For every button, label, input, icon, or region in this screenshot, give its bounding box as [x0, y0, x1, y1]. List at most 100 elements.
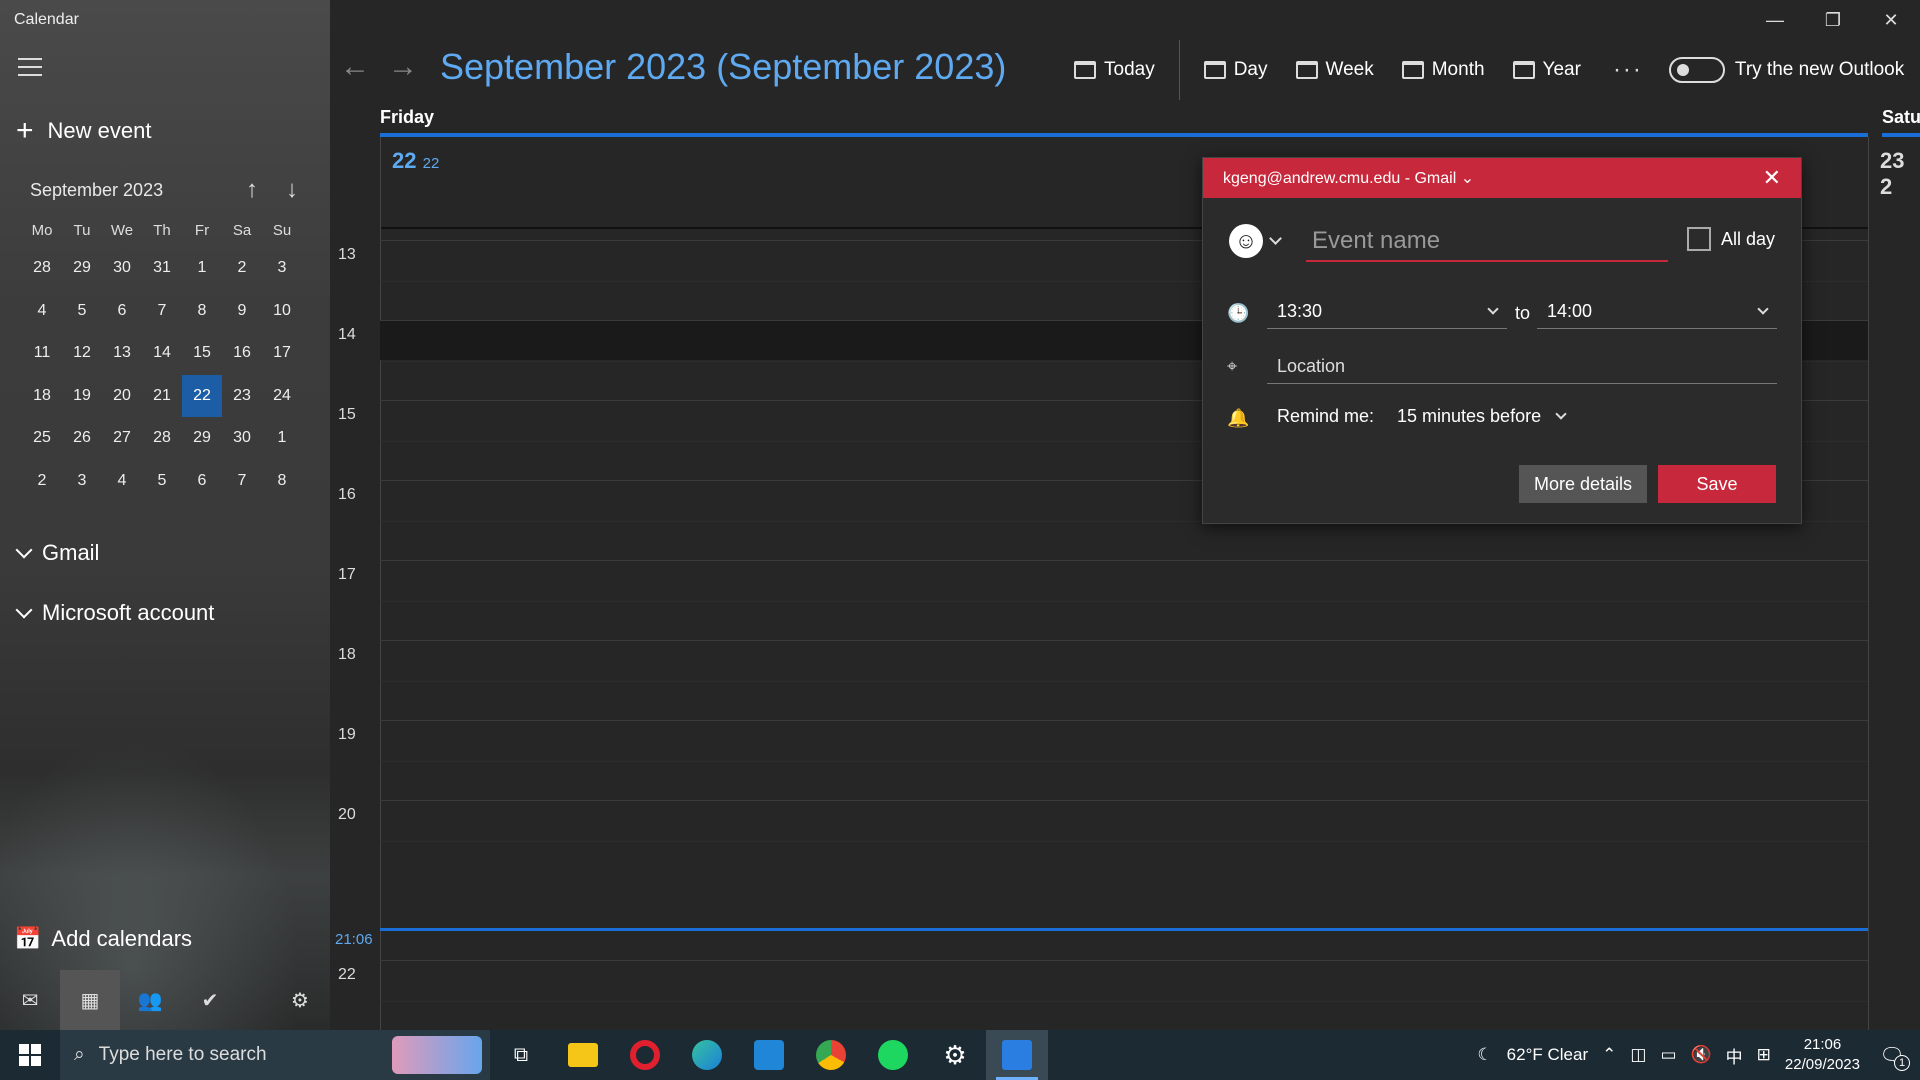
start-button[interactable] — [0, 1030, 60, 1080]
mini-calendar-day[interactable]: 5 — [142, 460, 182, 503]
day-view-button[interactable]: Day — [1190, 59, 1282, 81]
account-microsoft[interactable]: Microsoft account — [15, 600, 214, 626]
mini-calendar-day[interactable]: 25 — [22, 417, 62, 460]
previous-month-arrow-icon[interactable]: ↑ — [232, 176, 272, 204]
mini-calendar-day[interactable]: 10 — [262, 290, 302, 333]
edge-icon[interactable] — [676, 1030, 738, 1080]
mini-calendar-day[interactable]: 19 — [62, 375, 102, 418]
week-view-button[interactable]: Week — [1282, 59, 1388, 81]
mini-calendar-day[interactable]: 22 — [182, 374, 222, 417]
emoji-picker[interactable]: ☺ — [1229, 224, 1282, 258]
mini-calendar-day[interactable]: 18 — [22, 375, 62, 418]
mini-calendar-day[interactable]: 23 — [222, 375, 262, 418]
new-outlook-toggle[interactable] — [1668, 57, 1725, 83]
mini-calendar-day[interactable]: 27 — [102, 417, 142, 460]
account-selector[interactable]: kgeng@andrew.cmu.edu - Gmail ⌄ — [1223, 168, 1763, 188]
mini-calendar-day[interactable]: 11 — [22, 332, 62, 375]
spotify-icon[interactable] — [862, 1030, 924, 1080]
mini-calendar-day[interactable]: 8 — [182, 290, 222, 333]
settings-icon[interactable]: ⚙ — [924, 1030, 986, 1080]
weather-label[interactable]: 62°F Clear — [1507, 1045, 1588, 1065]
keyboard-layout-icon[interactable]: ⊞ — [1757, 1045, 1771, 1065]
file-explorer-icon[interactable] — [552, 1030, 614, 1080]
notification-icon[interactable]: 🗨 1 — [1874, 1037, 1910, 1073]
month-view-button[interactable]: Month — [1388, 59, 1499, 81]
opera-icon[interactable] — [614, 1030, 676, 1080]
volume-muted-icon[interactable]: 🔇 — [1691, 1045, 1712, 1065]
mini-calendar-day[interactable]: 1 — [262, 417, 302, 460]
people-icon[interactable]: 👥 — [120, 970, 180, 1030]
vscode-icon[interactable] — [738, 1030, 800, 1080]
mini-calendar-day[interactable]: 1 — [182, 247, 222, 290]
chevron-up-icon[interactable]: ⌃ — [1602, 1045, 1616, 1065]
more-options-icon[interactable]: ··· — [1595, 56, 1661, 84]
mini-calendar-day[interactable]: 5 — [62, 290, 102, 333]
mini-calendar-day[interactable]: 2 — [222, 247, 262, 290]
all-day-checkbox[interactable]: All day — [1687, 227, 1775, 251]
close-icon[interactable]: ✕ — [1763, 165, 1781, 191]
more-details-button[interactable]: More details — [1519, 465, 1647, 503]
next-month-arrow-icon[interactable]: ↓ — [272, 176, 312, 204]
mini-calendar-day[interactable]: 3 — [262, 247, 302, 290]
mini-calendar-day[interactable]: 9 — [222, 290, 262, 333]
weather-moon-icon[interactable]: ☾ — [1477, 1045, 1492, 1065]
today-button[interactable]: Today — [1060, 59, 1169, 81]
mini-calendar-day[interactable]: 29 — [182, 417, 222, 460]
webcam-icon[interactable]: ◫ — [1630, 1045, 1646, 1065]
mini-calendar-day[interactable]: 30 — [102, 247, 142, 290]
mail-icon[interactable]: ✉ — [0, 970, 60, 1030]
mini-calendar-day[interactable]: 14 — [142, 332, 182, 375]
hour-slot[interactable] — [380, 640, 1868, 720]
taskbar-clock[interactable]: 21:06 22/09/2023 — [1785, 1035, 1860, 1075]
mini-calendar-day[interactable]: 30 — [222, 417, 262, 460]
hour-slot[interactable] — [380, 960, 1868, 1040]
chrome-icon[interactable] — [800, 1030, 862, 1080]
battery-icon[interactable]: ▭ — [1660, 1045, 1676, 1065]
mini-calendar-day[interactable]: 28 — [22, 247, 62, 290]
mini-calendar-day[interactable]: 12 — [62, 332, 102, 375]
mini-calendar-day[interactable]: 24 — [262, 375, 302, 418]
task-view-icon[interactable]: ⧉ — [490, 1030, 552, 1080]
location-input[interactable] — [1267, 350, 1777, 384]
mini-calendar-day[interactable]: 7 — [142, 290, 182, 333]
new-event-button[interactable]: + New event — [16, 116, 151, 146]
back-arrow-icon[interactable]: ← — [340, 50, 370, 84]
save-button[interactable]: Save — [1658, 465, 1776, 503]
mini-calendar-day[interactable]: 2 — [22, 460, 62, 503]
mini-calendar-day[interactable]: 4 — [22, 290, 62, 333]
hour-slot[interactable] — [380, 800, 1868, 880]
ime-label[interactable]: 中 — [1726, 1043, 1743, 1068]
mini-calendar-day[interactable]: 29 — [62, 247, 102, 290]
mini-calendar-day[interactable]: 17 — [262, 332, 302, 375]
close-icon[interactable]: ✕ — [1862, 0, 1920, 40]
mini-calendar-day[interactable]: 31 — [142, 247, 182, 290]
account-gmail[interactable]: Gmail — [15, 540, 99, 566]
end-time-select[interactable]: 14:00 — [1537, 295, 1777, 329]
hour-slot[interactable] — [380, 720, 1868, 800]
mini-calendar-day[interactable]: 13 — [102, 332, 142, 375]
reminder-select[interactable]: 15 minutes before — [1397, 406, 1567, 427]
mini-calendar-day[interactable]: 16 — [222, 332, 262, 375]
mini-calendar-day[interactable]: 20 — [102, 375, 142, 418]
maximize-icon[interactable]: ❐ — [1804, 0, 1862, 40]
mini-calendar-day[interactable]: 15 — [182, 332, 222, 375]
mini-calendar-day[interactable]: 21 — [142, 375, 182, 418]
mini-calendar-day[interactable]: 8 — [262, 460, 302, 503]
calendar-app-icon[interactable] — [986, 1030, 1048, 1080]
mini-calendar-day[interactable]: 3 — [62, 460, 102, 503]
minimize-icon[interactable]: — — [1746, 0, 1804, 40]
mini-calendar-day[interactable]: 28 — [142, 417, 182, 460]
hour-slot[interactable] — [380, 560, 1868, 640]
mini-calendar-day[interactable]: 6 — [102, 290, 142, 333]
mini-calendar-day[interactable]: 26 — [62, 417, 102, 460]
hamburger-menu-icon[interactable] — [18, 58, 42, 78]
mini-calendar-day[interactable]: 4 — [102, 460, 142, 503]
add-calendars-button[interactable]: 📅 Add calendars — [14, 926, 192, 952]
year-view-button[interactable]: Year — [1499, 59, 1595, 81]
mini-calendar-day[interactable]: 6 — [182, 460, 222, 503]
start-time-select[interactable]: 13:30 — [1267, 295, 1507, 329]
todo-icon[interactable]: ✔ — [180, 970, 240, 1030]
taskbar-search[interactable]: ⌕ Type here to search — [60, 1030, 490, 1080]
gear-icon[interactable]: ⚙ — [270, 970, 330, 1030]
calendar-icon[interactable]: ▦ — [60, 970, 120, 1030]
